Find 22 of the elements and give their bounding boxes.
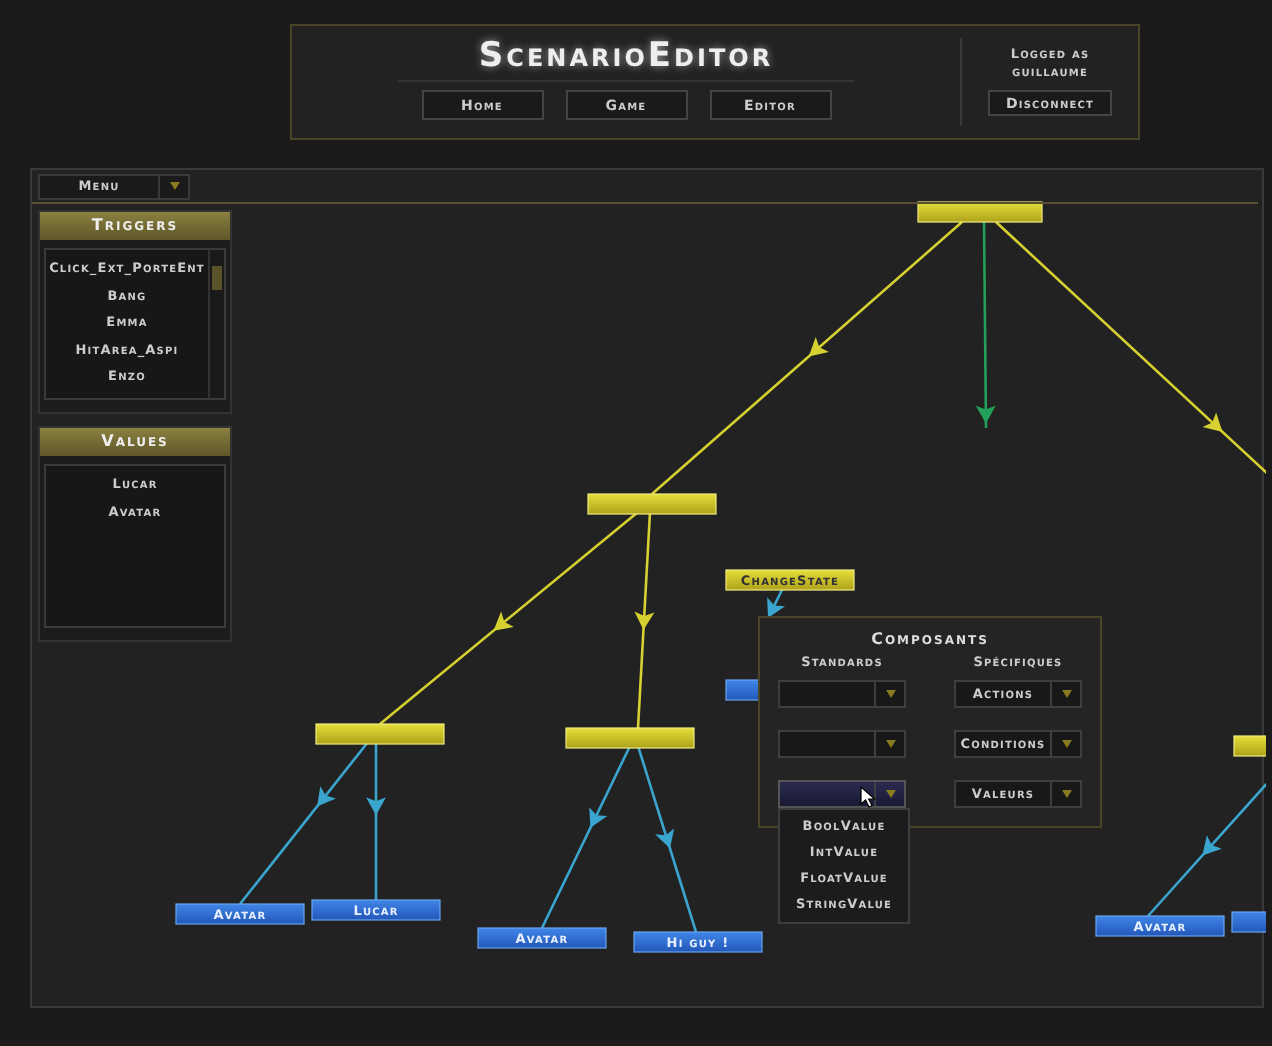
caret-icon bbox=[169, 182, 179, 190]
action-node[interactable] bbox=[587, 493, 717, 515]
caret-icon bbox=[885, 690, 895, 698]
action-node[interactable] bbox=[565, 727, 695, 749]
action-node[interactable] bbox=[917, 201, 1043, 223]
dropdown[interactable] bbox=[778, 680, 906, 708]
dialog-title: Composants bbox=[869, 630, 991, 648]
action-node[interactable] bbox=[315, 723, 445, 745]
caret-icon bbox=[1061, 740, 1071, 748]
action-node[interactable] bbox=[1233, 735, 1266, 757]
app-title: ScenarioEditor bbox=[398, 36, 854, 82]
panel-header: Values bbox=[40, 428, 230, 456]
dropdown[interactable] bbox=[778, 730, 906, 758]
panel-header: Triggers bbox=[40, 212, 230, 240]
caret-icon bbox=[1061, 690, 1071, 698]
caret-icon bbox=[1061, 790, 1071, 798]
caret-icon bbox=[885, 790, 895, 798]
cursor-icon bbox=[860, 786, 876, 808]
caret-icon bbox=[885, 740, 895, 748]
value-node[interactable] bbox=[1231, 911, 1266, 933]
scrollbar[interactable] bbox=[208, 250, 224, 398]
value-node[interactable] bbox=[725, 679, 763, 701]
